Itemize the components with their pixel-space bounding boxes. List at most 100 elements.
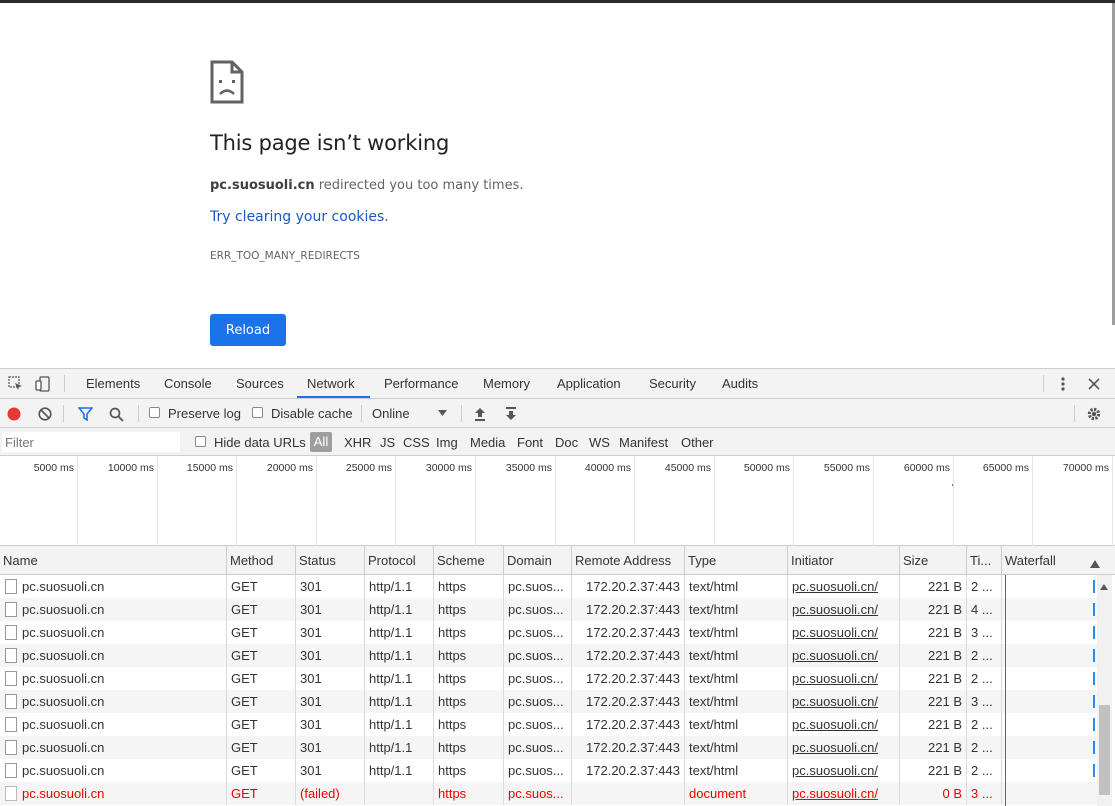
cell-initiator[interactable]: pc.suosuoli.cn/ [787, 690, 899, 713]
scroll-up-icon[interactable] [1100, 578, 1108, 593]
filter-type-img[interactable]: Img [436, 435, 458, 450]
document-icon [5, 625, 17, 640]
cell-name: pc.suosuoli.cn [22, 579, 105, 594]
cell-initiator[interactable]: pc.suosuoli.cn/ [787, 644, 899, 667]
requests-scrollbar[interactable] [1097, 575, 1112, 806]
inspect-element-icon[interactable] [7, 375, 25, 393]
column-header-ti[interactable]: Ti... [966, 546, 1001, 575]
filter-type-doc[interactable]: Doc [555, 435, 578, 450]
disable-cache-checkbox[interactable] [252, 407, 263, 418]
table-row[interactable]: pc.suosuoli.cn GET 301 http/1.1 https pc.suos… [0, 621, 1100, 644]
cell-scheme: https [433, 736, 503, 759]
table-row[interactable]: pc.suosuoli.cn GET 301 http/1.1 https pc.suos… [0, 759, 1100, 782]
column-header-initiator[interactable]: Initiator [787, 546, 899, 575]
tab-sources[interactable]: Sources [226, 369, 294, 398]
clear-cookies-link[interactable]: Try clearing your cookies. [210, 209, 389, 225]
column-header-domain[interactable]: Domain [503, 546, 571, 575]
filter-icon[interactable] [77, 406, 93, 422]
cell-waterfall [1001, 598, 1097, 621]
tab-network[interactable]: Network [297, 369, 370, 398]
filter-type-xhr[interactable]: XHR [344, 435, 371, 450]
cell-size: 221 B [899, 667, 966, 690]
cell-initiator[interactable]: pc.suosuoli.cn/ [787, 736, 899, 759]
cell-initiator[interactable]: pc.suosuoli.cn/ [787, 598, 899, 621]
column-header-name[interactable]: Name [0, 546, 226, 575]
scrollbar-thumb[interactable] [1099, 705, 1110, 795]
document-icon [5, 786, 17, 801]
cell-scheme: https [433, 690, 503, 713]
table-row[interactable]: pc.suosuoli.cn GET 301 http/1.1 https pc.suos… [0, 690, 1100, 713]
column-header-scheme[interactable]: Scheme [433, 546, 503, 575]
overview-gridline [555, 456, 556, 546]
cell-name: pc.suosuoli.cn [22, 740, 105, 755]
tab-performance[interactable]: Performance [374, 369, 468, 398]
filter-type-css[interactable]: CSS [403, 435, 430, 450]
table-row[interactable]: pc.suosuoli.cn GET 301 http/1.1 https pc.suos… [0, 575, 1100, 598]
table-row[interactable]: pc.suosuoli.cn GET 301 http/1.1 https pc.suos… [0, 644, 1100, 667]
cell-protocol: http/1.1 [364, 621, 433, 644]
table-row[interactable]: pc.suosuoli.cn GET 301 http/1.1 https pc.suos… [0, 713, 1100, 736]
cell-initiator[interactable]: pc.suosuoli.cn/ [787, 782, 899, 805]
tab-application[interactable]: Application [547, 369, 631, 398]
waterfall-bar [1093, 672, 1095, 685]
filter-type-all[interactable]: All [310, 432, 332, 452]
search-icon[interactable] [108, 406, 124, 422]
gear-icon[interactable] [1085, 405, 1102, 422]
tab-console[interactable]: Console [154, 369, 222, 398]
hide-data-urls-checkbox[interactable] [195, 436, 206, 447]
column-header-status[interactable]: Status [295, 546, 364, 575]
preserve-log-checkbox[interactable] [149, 407, 160, 418]
cell-type: text/html [684, 598, 787, 621]
cell-initiator[interactable]: pc.suosuoli.cn/ [787, 713, 899, 736]
filter-type-js[interactable]: JS [380, 435, 395, 450]
cell-name: pc.suosuoli.cn [22, 763, 105, 778]
cell-initiator[interactable]: pc.suosuoli.cn/ [787, 667, 899, 690]
cell-initiator[interactable]: pc.suosuoli.cn/ [787, 575, 899, 598]
column-header-size[interactable]: Size [899, 546, 966, 575]
overview-tick-label: 55000 ms [823, 462, 870, 474]
cell-waterfall [1001, 621, 1097, 644]
tab-elements[interactable]: Elements [76, 369, 150, 398]
cell-waterfall [1001, 782, 1097, 805]
filter-input[interactable] [2, 432, 180, 452]
tab-security[interactable]: Security [639, 369, 706, 398]
clear-icon[interactable] [37, 406, 53, 422]
cell-scheme: https [433, 667, 503, 690]
column-header-waterfall[interactable]: Waterfall [1001, 546, 1097, 575]
column-header-remote-address[interactable]: Remote Address [571, 546, 684, 575]
export-har-icon[interactable] [503, 406, 519, 422]
close-icon[interactable] [1085, 375, 1103, 393]
cell-type: text/html [684, 621, 787, 644]
cell-method: GET [226, 736, 295, 759]
error-page: This page isn’t working pc.suosuoli.cn r… [0, 3, 1115, 368]
filter-type-manifest[interactable]: Manifest [619, 435, 668, 450]
cell-remote [571, 782, 684, 805]
column-header-type[interactable]: Type [684, 546, 787, 575]
devtools-tabbar: Elements Console Sources Network Perform… [0, 369, 1115, 399]
overview-tick-label: 70000 ms [1062, 462, 1109, 474]
cell-status: (failed) [295, 782, 364, 805]
table-row[interactable]: pc.suosuoli.cn GET (failed) https pc.suos...… [0, 782, 1100, 805]
filter-type-media[interactable]: Media [470, 435, 505, 450]
overview-tick-label: 30000 ms [425, 462, 472, 474]
filter-type-other[interactable]: Other [681, 435, 714, 450]
filter-type-ws[interactable]: WS [589, 435, 610, 450]
cell-type: text/html [684, 667, 787, 690]
device-toolbar-icon[interactable] [34, 375, 52, 393]
cell-initiator[interactable]: pc.suosuoli.cn/ [787, 621, 899, 644]
cell-domain: pc.suos... [503, 667, 571, 690]
more-options-icon[interactable] [1055, 375, 1071, 393]
tab-audits[interactable]: Audits [712, 369, 768, 398]
filter-type-font[interactable]: Font [517, 435, 543, 450]
table-row[interactable]: pc.suosuoli.cn GET 301 http/1.1 https pc.suos… [0, 667, 1100, 690]
column-header-method[interactable]: Method [226, 546, 295, 575]
cell-initiator[interactable]: pc.suosuoli.cn/ [787, 759, 899, 782]
timeline-overview[interactable]: 5000 ms 10000 ms 15000 ms 20000 ms 25000 ms 3… [0, 456, 1115, 546]
reload-button[interactable]: Reload [210, 314, 286, 346]
table-row[interactable]: pc.suosuoli.cn GET 301 http/1.1 https pc.suos… [0, 598, 1100, 621]
import-har-icon[interactable] [472, 406, 488, 422]
table-row[interactable]: pc.suosuoli.cn GET 301 http/1.1 https pc.suos… [0, 736, 1100, 759]
record-icon[interactable] [6, 406, 22, 422]
tab-memory[interactable]: Memory [473, 369, 540, 398]
column-header-protocol[interactable]: Protocol [364, 546, 433, 575]
